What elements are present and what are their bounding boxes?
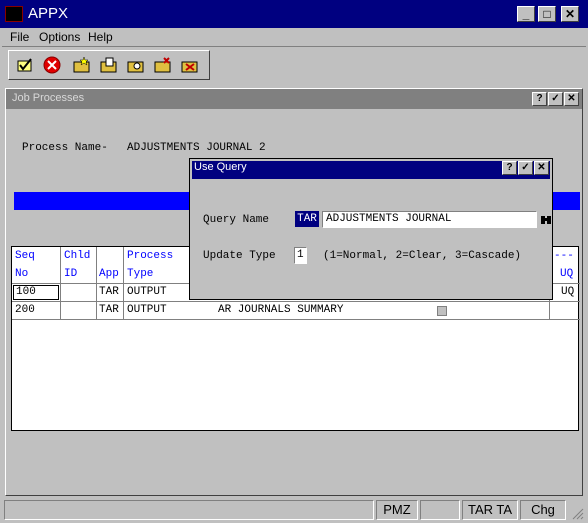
folder-delete-icon[interactable] bbox=[153, 56, 173, 74]
process-name-label: Process Name- bbox=[22, 142, 108, 154]
header-uq-dashes: --- bbox=[554, 250, 574, 262]
use-query-dialog: Use Query ? ✓ ✕ Query Name TAR ADJUSTMEN… bbox=[189, 158, 553, 300]
binoculars-icon[interactable] bbox=[539, 211, 553, 228]
update-type-input[interactable]: 1 bbox=[294, 247, 307, 264]
header-no: No bbox=[15, 268, 29, 280]
header-process: Process bbox=[127, 250, 174, 262]
row-seq-input[interactable]: 100 bbox=[13, 285, 59, 300]
minimize-button[interactable]: _ bbox=[517, 6, 535, 22]
header-type: Type bbox=[127, 268, 154, 280]
row-app: TAR bbox=[99, 286, 119, 298]
inner-ok-button[interactable]: ✓ bbox=[548, 92, 563, 106]
appx-logo-icon bbox=[5, 6, 23, 22]
update-type-hint: (1=Normal, 2=Clear, 3=Cascade) bbox=[323, 250, 522, 262]
row-app: TAR bbox=[99, 304, 119, 316]
folder-edit-icon[interactable] bbox=[99, 56, 119, 74]
inner-help-button[interactable]: ? bbox=[532, 92, 547, 106]
query-name-label: Query Name bbox=[203, 214, 270, 226]
status-pane-main bbox=[4, 500, 374, 520]
row-type: OUTPUT bbox=[127, 304, 167, 316]
folder-cancel-icon[interactable] bbox=[180, 56, 200, 74]
header-id: ID bbox=[64, 268, 78, 280]
row-type: OUTPUT bbox=[127, 286, 167, 298]
row-uq: UQ bbox=[561, 286, 575, 298]
cancel-icon[interactable] bbox=[42, 56, 62, 74]
query-app-field[interactable]: TAR bbox=[295, 211, 319, 227]
row-divider bbox=[12, 319, 580, 320]
header-seq: Seq bbox=[15, 250, 35, 262]
status-pane-app: TAR TA bbox=[462, 500, 518, 520]
status-pane-mode: Chg bbox=[520, 500, 566, 520]
header-app: App bbox=[99, 268, 119, 280]
header-chld: Chld bbox=[64, 250, 91, 262]
update-type-label: Update Type bbox=[203, 250, 276, 262]
row-seq: 200 bbox=[15, 304, 35, 316]
resize-grip-icon[interactable] bbox=[570, 506, 584, 520]
inner-title-bar bbox=[6, 89, 582, 109]
dialog-help-button[interactable]: ? bbox=[502, 161, 517, 175]
status-pane-empty bbox=[420, 500, 460, 520]
check-icon[interactable] bbox=[16, 56, 36, 74]
maximize-button[interactable]: □ bbox=[538, 6, 556, 22]
menu-separator bbox=[2, 46, 586, 47]
app-title: APPX bbox=[28, 5, 69, 22]
table-row[interactable]: 200 TAR OUTPUT AR JOURNALS SUMMARY bbox=[12, 302, 578, 319]
menu-options[interactable]: Options bbox=[39, 30, 80, 44]
dialog-close-button[interactable]: ✕ bbox=[534, 161, 549, 175]
app-title-bar bbox=[0, 0, 588, 28]
header-uq: UQ bbox=[560, 268, 574, 280]
status-pane-pmz: PMZ bbox=[376, 500, 418, 520]
close-button[interactable]: ✕ bbox=[561, 6, 579, 22]
row-process-name: AR JOURNALS SUMMARY bbox=[218, 304, 344, 316]
menu-file[interactable]: File bbox=[10, 30, 29, 44]
inner-window-title: Job Processes bbox=[12, 92, 85, 104]
dialog-title: Use Query bbox=[194, 161, 247, 173]
folder-find-icon[interactable] bbox=[126, 56, 146, 74]
query-name-input[interactable]: ADJUSTMENTS JOURNAL bbox=[322, 211, 537, 228]
row-indicator-box[interactable] bbox=[437, 306, 447, 316]
dialog-ok-button[interactable]: ✓ bbox=[518, 161, 533, 175]
folder-new-icon[interactable] bbox=[72, 56, 92, 74]
process-name-value: ADJUSTMENTS JOURNAL 2 bbox=[127, 142, 266, 154]
inner-close-button[interactable]: ✕ bbox=[564, 92, 579, 106]
menu-help[interactable]: Help bbox=[88, 30, 113, 44]
